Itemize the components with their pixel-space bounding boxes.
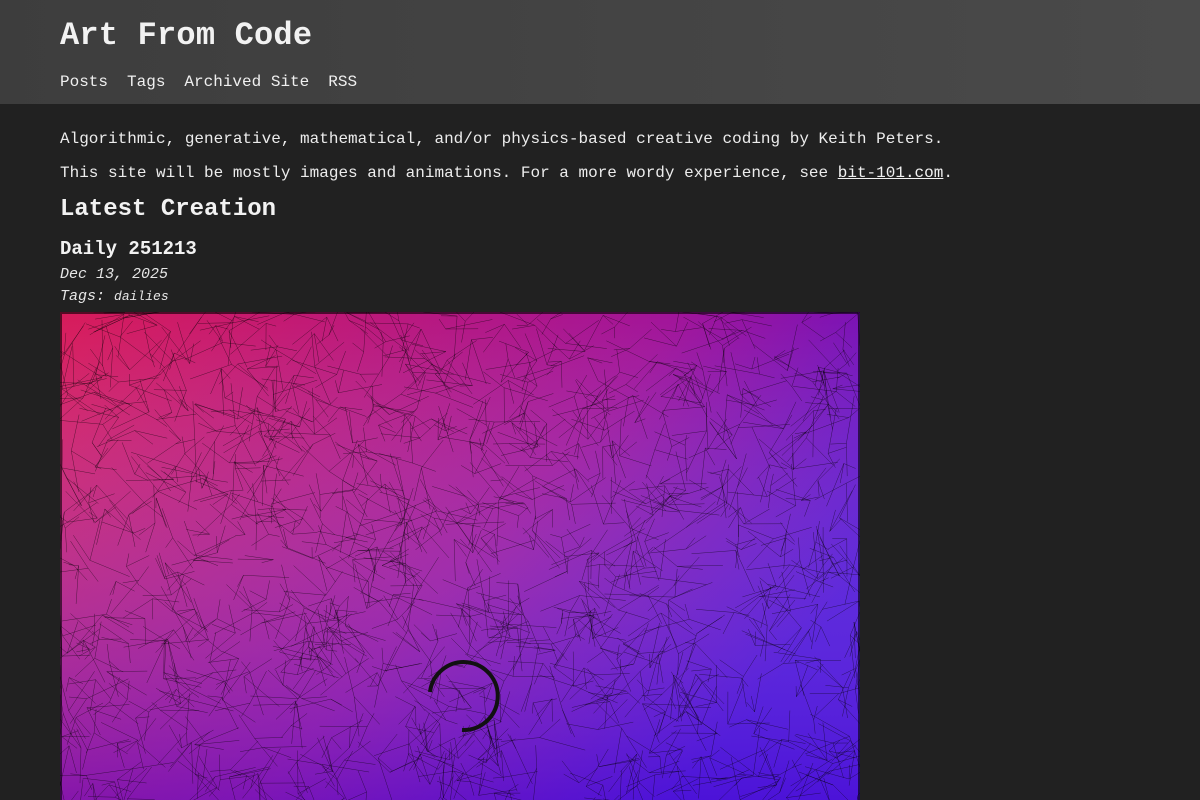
main-nav: Posts Tags Archived Site RSS [60, 72, 1140, 92]
tag-link-dailies[interactable]: dailies [114, 289, 169, 304]
site-header: Art From Code Posts Tags Archived Site R… [0, 0, 1200, 104]
nav-link-rss[interactable]: RSS [328, 72, 357, 92]
post-title[interactable]: Daily 251213 [60, 225, 1140, 261]
tags-label: Tags: [60, 288, 106, 305]
post-date: Dec 13, 2025 [60, 266, 169, 283]
post-tags: Tags: dailies [60, 284, 1140, 306]
nav-link-tags[interactable]: Tags [127, 72, 165, 92]
nav-link-archived-site[interactable]: Archived Site [184, 72, 309, 92]
nav-link-posts[interactable]: Posts [60, 72, 108, 92]
latest-creation-heading: Latest Creation [60, 196, 277, 223]
site-title[interactable]: Art From Code [60, 0, 1140, 55]
bit-101-link[interactable]: bit-101.com [838, 164, 944, 182]
intro-more-info: This site will be mostly images and anim… [60, 149, 1140, 183]
artwork-image[interactable] [60, 312, 860, 800]
intro-description: Algorithmic, generative, mathematical, a… [60, 130, 944, 148]
main-content: Algorithmic, generative, mathematical, a… [0, 104, 1200, 800]
intro-more-info-suffix: . [943, 164, 953, 182]
latest-post: Daily 251213 Dec 13, 2025 Tags: dailies [60, 225, 1140, 800]
intro-more-info-text: This site will be mostly images and anim… [60, 164, 838, 182]
